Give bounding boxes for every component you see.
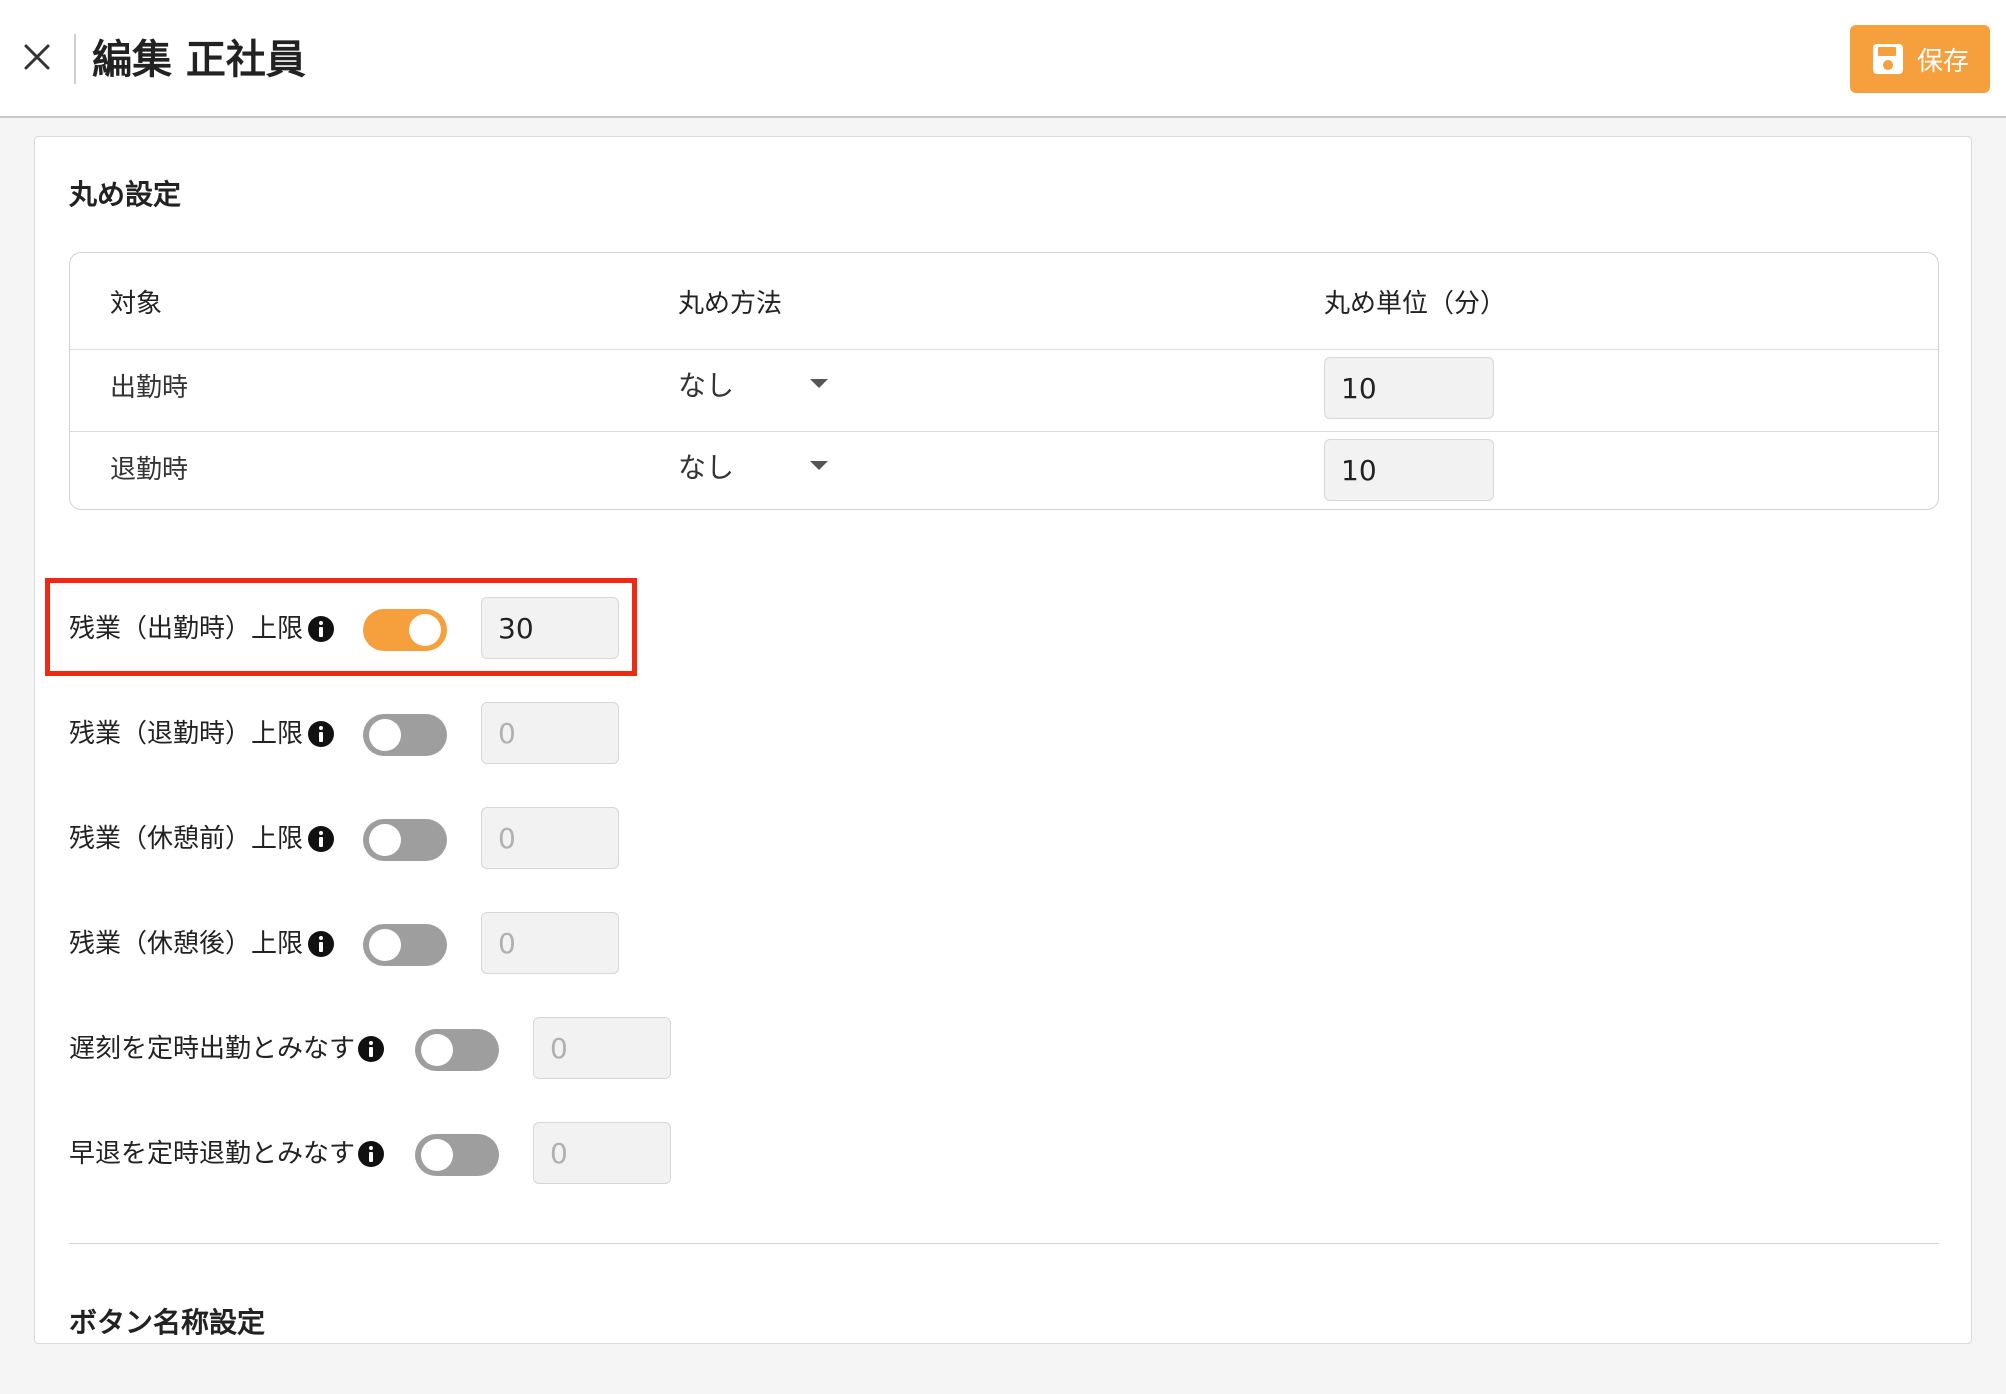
rounding-table: 対象 丸め方法 丸め単位（分） 出勤時 なし 退勤時 なし <box>69 252 1939 510</box>
setting-label: 残業（休憩後）上限 <box>69 929 304 959</box>
info-icon[interactable] <box>307 825 335 853</box>
rounding-section-title: 丸め設定 <box>69 178 182 211</box>
info-icon[interactable] <box>307 615 335 643</box>
setting-label: 残業（退勤時）上限 <box>69 719 304 749</box>
settings-card: 丸め設定 対象 丸め方法 丸め単位（分） 出勤時 なし 退勤時 なし 残業（出勤… <box>34 136 1972 1344</box>
setting-label: 遅刻を定時出勤とみなす <box>69 1034 356 1064</box>
section-divider <box>69 1243 1939 1244</box>
overtime-after-break-input[interactable] <box>481 912 619 974</box>
info-icon[interactable] <box>307 720 335 748</box>
info-icon[interactable] <box>307 930 335 958</box>
select-value: なし <box>678 451 735 484</box>
table-row-target: 出勤時 <box>110 373 189 403</box>
toggle-knob <box>409 614 441 646</box>
info-icon[interactable] <box>357 1140 385 1168</box>
page-title: 編集 正社員 <box>92 37 306 83</box>
toggle-knob <box>421 1034 453 1066</box>
toggle-knob <box>369 824 401 856</box>
rounding-unit-input[interactable] <box>1324 439 1494 501</box>
header-bar: 編集 正社員 保存 <box>0 0 2006 118</box>
save-icon <box>1872 44 1903 74</box>
close-button[interactable] <box>18 38 56 76</box>
late-as-ontime-input[interactable] <box>533 1017 671 1079</box>
rounding-unit-input[interactable] <box>1324 357 1494 419</box>
close-icon <box>24 44 50 70</box>
table-divider <box>70 349 1938 350</box>
chevron-down-icon <box>810 461 828 470</box>
early-leave-as-ontime-input[interactable] <box>533 1122 671 1184</box>
late-as-ontime-toggle[interactable] <box>415 1029 499 1071</box>
overtime-end-input[interactable] <box>481 702 619 764</box>
chevron-down-icon <box>810 379 828 388</box>
save-button[interactable]: 保存 <box>1850 25 1990 93</box>
column-header-method: 丸め方法 <box>678 289 783 319</box>
overtime-start-toggle[interactable] <box>363 609 447 651</box>
setting-label: 早退を定時退勤とみなす <box>69 1139 356 1169</box>
setting-label: 残業（休憩前）上限 <box>69 824 304 854</box>
toggle-knob <box>369 929 401 961</box>
overtime-before-break-input[interactable] <box>481 807 619 869</box>
overtime-start-input[interactable] <box>481 597 619 659</box>
rounding-method-select[interactable]: なし <box>678 359 828 409</box>
button-names-section-title: ボタン名称設定 <box>69 1306 266 1339</box>
table-row-target: 退勤時 <box>110 455 189 485</box>
setting-label: 残業（出勤時）上限 <box>69 614 304 644</box>
info-icon[interactable] <box>357 1035 385 1063</box>
rounding-method-select[interactable]: なし <box>678 441 828 491</box>
toggle-knob <box>369 719 401 751</box>
save-button-label: 保存 <box>1916 46 1969 77</box>
table-divider <box>70 431 1938 432</box>
column-header-unit: 丸め単位（分） <box>1324 289 1507 319</box>
overtime-before-break-toggle[interactable] <box>363 819 447 861</box>
overtime-after-break-toggle[interactable] <box>363 924 447 966</box>
early-leave-as-ontime-toggle[interactable] <box>415 1134 499 1176</box>
header-divider <box>74 34 76 84</box>
overtime-end-toggle[interactable] <box>363 714 447 756</box>
select-value: なし <box>678 369 735 402</box>
toggle-knob <box>421 1139 453 1171</box>
column-header-target: 対象 <box>110 289 163 319</box>
